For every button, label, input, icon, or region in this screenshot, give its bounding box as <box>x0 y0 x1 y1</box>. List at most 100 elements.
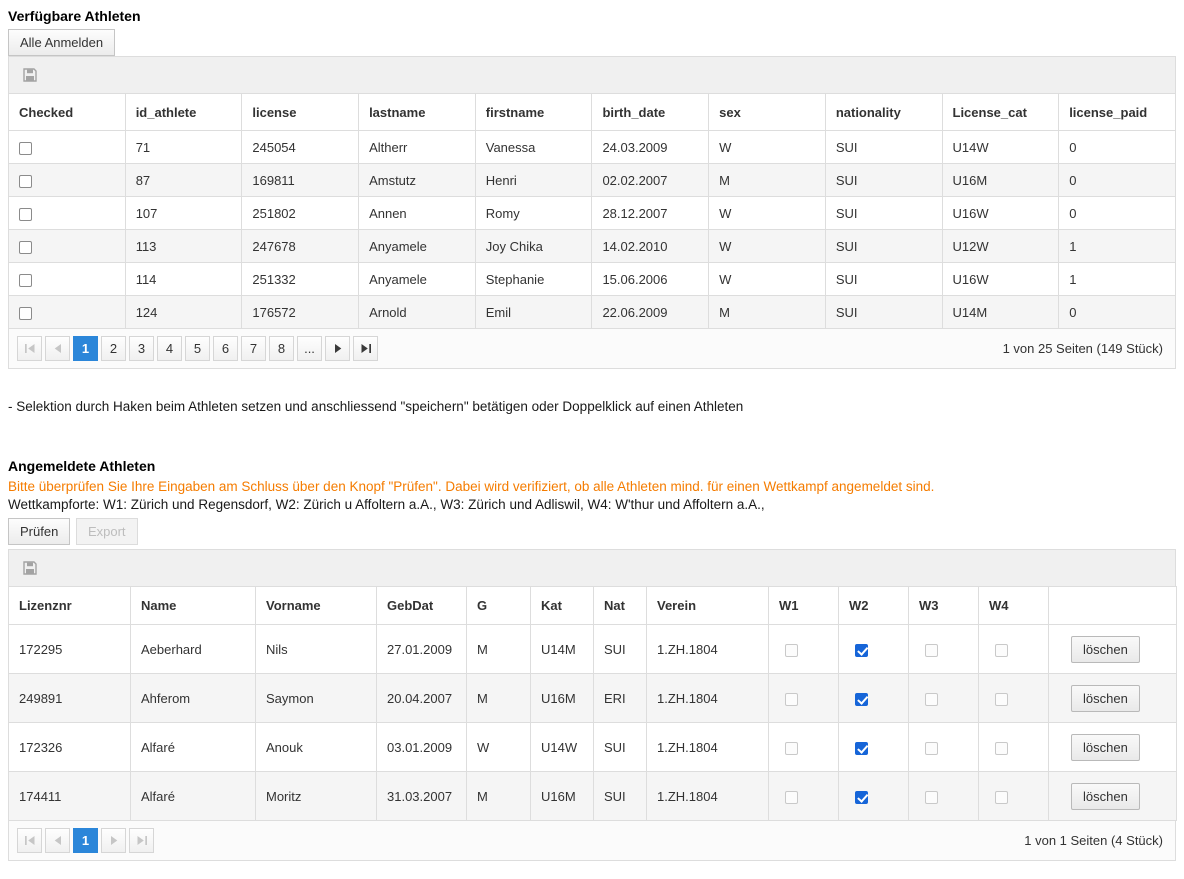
delete-button[interactable]: löschen <box>1071 636 1140 663</box>
w2-checkbox[interactable] <box>855 644 868 657</box>
w2-checkbox[interactable] <box>855 791 868 804</box>
registered-athletes-grid: Lizenznr Name Vorname GebDat G Kat Nat V… <box>8 549 1176 861</box>
table-row[interactable]: 114 251332 Anyamele Stephanie 15.06.2006… <box>9 263 1176 296</box>
cell-sex: W <box>709 230 826 263</box>
cell-id-athlete: 87 <box>125 164 242 197</box>
pager-last-button[interactable] <box>353 336 378 361</box>
pager-ellipsis-button[interactable]: ... <box>297 336 322 361</box>
column-header-w1[interactable]: W1 <box>769 587 839 625</box>
cell-verein: 1.ZH.1804 <box>647 674 769 723</box>
pager-page-button-8[interactable]: 8 <box>269 336 294 361</box>
available-table: Checked id_athlete license lastname firs… <box>8 93 1176 329</box>
delete-button[interactable]: löschen <box>1071 685 1140 712</box>
pager-page-button-1[interactable]: 1 <box>73 336 98 361</box>
row-select-checkbox[interactable] <box>19 175 32 188</box>
column-header-w3[interactable]: W3 <box>909 587 979 625</box>
column-header-lastname[interactable]: lastname <box>359 94 476 131</box>
cell-kat: U14M <box>531 625 594 674</box>
table-row[interactable]: 113 247678 Anyamele Joy Chika 14.02.2010… <box>9 230 1176 263</box>
w2-checkbox[interactable] <box>855 742 868 755</box>
column-header-license-cat[interactable]: License_cat <box>942 94 1059 131</box>
verify-warning: Bitte überprüfen Sie Ihre Eingaben am Sc… <box>8 479 1176 494</box>
column-header-g[interactable]: G <box>467 587 531 625</box>
column-header-name[interactable]: Name <box>131 587 256 625</box>
cell-lizenznr: 249891 <box>9 674 131 723</box>
cell-nationality: SUI <box>825 131 942 164</box>
delete-button[interactable]: löschen <box>1071 783 1140 810</box>
column-header-vorname[interactable]: Vorname <box>256 587 377 625</box>
first-page-icon <box>25 833 35 848</box>
first-page-icon <box>25 341 35 356</box>
cell-kat: U16M <box>531 772 594 821</box>
cell-nat: SUI <box>594 772 647 821</box>
pager-next-button[interactable] <box>325 336 350 361</box>
next-page-icon <box>110 833 118 848</box>
column-header-id-athlete[interactable]: id_athlete <box>125 94 242 131</box>
row-select-checkbox[interactable] <box>19 307 32 320</box>
pager-page-button-7[interactable]: 7 <box>241 336 266 361</box>
column-header-kat[interactable]: Kat <box>531 587 594 625</box>
check-button[interactable]: Prüfen <box>8 518 70 545</box>
column-header-license[interactable]: license <box>242 94 359 131</box>
w1-checkbox <box>785 693 798 706</box>
w2-checkbox[interactable] <box>855 693 868 706</box>
column-header-nat[interactable]: Nat <box>594 587 647 625</box>
column-header-w2[interactable]: W2 <box>839 587 909 625</box>
available-pager: 1 2 3 4 5 6 7 8 ... 1 von 25 Seiten (149… <box>8 329 1176 369</box>
registered-pager: 1 1 von 1 Seiten (4 Stück) <box>8 821 1176 861</box>
pager-first-button <box>17 336 42 361</box>
available-header-row: Checked id_athlete license lastname firs… <box>9 94 1176 131</box>
column-header-gebdat[interactable]: GebDat <box>377 587 467 625</box>
column-header-license-paid[interactable]: license_paid <box>1059 94 1176 131</box>
w3-checkbox <box>925 644 938 657</box>
w4-checkbox <box>995 693 1008 706</box>
cell-license: 247678 <box>242 230 359 263</box>
w4-checkbox <box>995 644 1008 657</box>
column-header-checked[interactable]: Checked <box>9 94 126 131</box>
cell-license: 169811 <box>242 164 359 197</box>
pager-page-button-1[interactable]: 1 <box>73 828 98 853</box>
cell-verein: 1.ZH.1804 <box>647 772 769 821</box>
cell-kat: U16M <box>531 674 594 723</box>
cell-license-paid: 1 <box>1059 230 1176 263</box>
row-select-checkbox[interactable] <box>19 241 32 254</box>
column-header-lizenznr[interactable]: Lizenznr <box>9 587 131 625</box>
register-all-button[interactable]: Alle Anmelden <box>8 29 115 56</box>
column-header-nationality[interactable]: nationality <box>825 94 942 131</box>
cell-g: M <box>467 625 531 674</box>
registered-grid-toolbar <box>8 549 1176 586</box>
pager-page-button-6[interactable]: 6 <box>213 336 238 361</box>
cell-id-athlete: 71 <box>125 131 242 164</box>
column-header-sex[interactable]: sex <box>709 94 826 131</box>
column-header-firstname[interactable]: firstname <box>475 94 592 131</box>
pager-summary: 1 von 25 Seiten (149 Stück) <box>1003 341 1167 356</box>
venues-info: Wettkampforte: W1: Zürich und Regensdorf… <box>8 497 1176 512</box>
table-row[interactable]: 87 169811 Amstutz Henri 02.02.2007 M SUI… <box>9 164 1176 197</box>
pager-page-button-2[interactable]: 2 <box>101 336 126 361</box>
cell-sex: W <box>709 131 826 164</box>
cell-birth-date: 02.02.2007 <box>592 164 709 197</box>
column-header-w4[interactable]: W4 <box>979 587 1049 625</box>
cell-gebdat: 27.01.2009 <box>377 625 467 674</box>
pager-page-button-3[interactable]: 3 <box>129 336 154 361</box>
table-row[interactable]: 124 176572 Arnold Emil 22.06.2009 M SUI … <box>9 296 1176 329</box>
row-select-checkbox[interactable] <box>19 274 32 287</box>
w1-checkbox <box>785 644 798 657</box>
cell-lastname: Annen <box>359 197 476 230</box>
table-row: 172326 Alfaré Anouk 03.01.2009 W U14W SU… <box>9 723 1177 772</box>
cell-vorname: Saymon <box>256 674 377 723</box>
row-select-checkbox[interactable] <box>19 208 32 221</box>
table-row: 174411 Alfaré Moritz 31.03.2007 M U16M S… <box>9 772 1177 821</box>
pager-page-button-4[interactable]: 4 <box>157 336 182 361</box>
cell-license-cat: U14M <box>942 296 1059 329</box>
row-select-checkbox[interactable] <box>19 142 32 155</box>
pager-page-button-5[interactable]: 5 <box>185 336 210 361</box>
table-row[interactable]: 71 245054 Altherr Vanessa 24.03.2009 W S… <box>9 131 1176 164</box>
column-header-verein[interactable]: Verein <box>647 587 769 625</box>
delete-button[interactable]: löschen <box>1071 734 1140 761</box>
table-row[interactable]: 107 251802 Annen Romy 28.12.2007 W SUI U… <box>9 197 1176 230</box>
available-grid-toolbar <box>8 56 1176 93</box>
column-header-birth-date[interactable]: birth_date <box>592 94 709 131</box>
next-page-icon <box>334 341 342 356</box>
cell-kat: U14W <box>531 723 594 772</box>
